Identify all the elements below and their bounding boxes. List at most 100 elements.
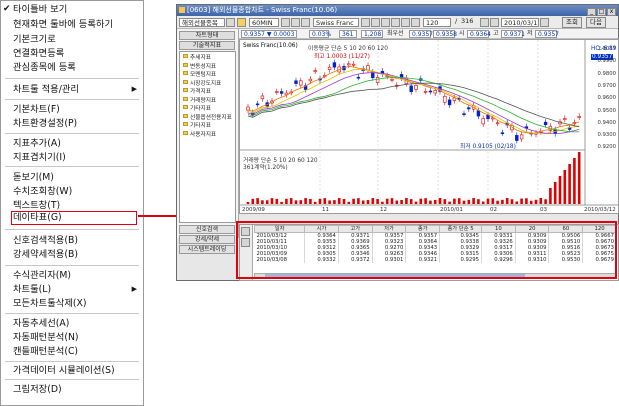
menu-item[interactable]: 관심종목에 등록 bbox=[13, 61, 139, 74]
volume-bar bbox=[563, 170, 567, 204]
folder-icon bbox=[183, 130, 188, 135]
chart-type-icon[interactable] bbox=[237, 18, 246, 27]
volume-bar bbox=[433, 199, 437, 204]
minimize-icon[interactable]: _ bbox=[587, 8, 596, 16]
next-button[interactable]: 다음 bbox=[586, 17, 606, 28]
indicator-tree-item[interactable]: 시장강도지표 bbox=[183, 79, 221, 88]
menu-item[interactable]: 신호검색적용(B) bbox=[13, 234, 139, 247]
candle bbox=[308, 78, 313, 82]
tool-icon[interactable] bbox=[480, 18, 489, 27]
volume-bar bbox=[261, 200, 264, 204]
tool-icon[interactable] bbox=[291, 18, 300, 27]
tab-technical-indicators[interactable]: 기술적지표 bbox=[179, 41, 235, 50]
menu-item[interactable]: 지표추가(A) bbox=[13, 137, 139, 150]
menu-item[interactable]: ✔ 타이틀바 보기 bbox=[3, 3, 139, 16]
close-icon[interactable]: x bbox=[607, 8, 616, 16]
calendar-icon[interactable] bbox=[540, 18, 549, 27]
indicator-tree-item[interactable]: 기타지표 bbox=[183, 122, 211, 130]
menu-item-label: 수식관리자(M) bbox=[13, 270, 72, 281]
symbol-name-field[interactable]: Swiss Franc bbox=[313, 18, 359, 27]
candle bbox=[299, 80, 303, 86]
query-button[interactable]: 조회 bbox=[562, 17, 582, 28]
price-chart[interactable]: Swiss Franc(10.06) 이동평균 단순 5 10 20 60 12… bbox=[239, 39, 619, 214]
symbol-code-input[interactable]: 해외선물종목 bbox=[179, 18, 225, 27]
tool-icon[interactable] bbox=[361, 18, 370, 27]
menu-item[interactable]: 수치조회창(W) bbox=[13, 185, 139, 198]
date-input[interactable]: 2010/03/12 bbox=[501, 18, 539, 27]
menu-item[interactable]: 기본크기로 bbox=[13, 33, 139, 46]
candle bbox=[423, 90, 428, 93]
menu-item[interactable]: 가격데이터 시뮬레이션(S) bbox=[13, 364, 139, 377]
candle bbox=[462, 113, 466, 115]
menu-item-label: 지표겹치기(I) bbox=[13, 152, 66, 163]
menu-item[interactable]: 차트툴 적용/관리 ▶ bbox=[13, 83, 139, 96]
price-chart-svg bbox=[240, 40, 618, 206]
bid-price: 0.9358 bbox=[433, 30, 457, 38]
volume-bar bbox=[534, 199, 538, 204]
system-trading-button[interactable]: 시스템트레이딩 bbox=[179, 245, 235, 254]
menu-item[interactable]: 차트툴(L) ▶ bbox=[13, 283, 139, 296]
count-input[interactable]: 120 bbox=[423, 18, 451, 27]
maximize-icon[interactable]: □ bbox=[597, 8, 606, 16]
volume-bar bbox=[553, 182, 557, 204]
indicator-tree-item[interactable]: 기타지표 bbox=[183, 105, 211, 113]
menu-item[interactable]: 강세약세적용(B) bbox=[13, 248, 139, 261]
min-price-label: 최저 0.9105 (02/18) bbox=[460, 144, 516, 150]
menu-item[interactable]: 차트환경설정(P) bbox=[13, 117, 139, 130]
tool-icon[interactable] bbox=[411, 18, 420, 27]
tool-icon[interactable] bbox=[401, 18, 410, 27]
tool-icon[interactable] bbox=[281, 18, 290, 27]
indicator-tree-item[interactable]: 추세지표 bbox=[183, 54, 211, 62]
menu-item-label: 모든차트툴삭제(X) bbox=[13, 298, 87, 309]
menu-item[interactable]: 연결화면등록 bbox=[13, 47, 139, 60]
indicator-panel: 차트형태 기술적지표 추세지표 변동성지표 모멘텀지표 시장강도지표 가격지표 거래량지표… bbox=[177, 29, 239, 254]
strength-button[interactable]: 강세/약세 bbox=[179, 235, 235, 244]
menu-item[interactable]: 지표겹치기(I) bbox=[13, 151, 139, 164]
indicator-tree: 추세지표 변동성지표 모멘텀지표 시장강도지표 가격지표 거래량지표 기타지표 선물옵션전용지… bbox=[179, 51, 236, 223]
menu-item[interactable]: 그림저장(D) bbox=[13, 383, 139, 396]
indicator-tree-item[interactable]: 거래량지표 bbox=[183, 96, 216, 105]
signal-search-button[interactable]: 신호검색 bbox=[179, 225, 235, 234]
context-menu: ✔ 타이틀바 보기현재화면 툴바에 등록하기기본크기로 연결화면등록 관심종목에 등록… bbox=[0, 0, 144, 406]
high-label: 고 bbox=[493, 30, 499, 37]
menu-item[interactable]: 돋보기(M) bbox=[13, 171, 139, 184]
candle bbox=[260, 95, 265, 100]
search-icon[interactable] bbox=[226, 18, 235, 27]
total-pages: 316 bbox=[461, 17, 474, 25]
indicator-tree-item[interactable]: 가격지표 bbox=[183, 88, 211, 96]
indicator-tree-item[interactable]: 사용자지표 bbox=[183, 130, 216, 139]
tool-icon[interactable] bbox=[391, 18, 400, 27]
y-axis-tick: 0.9400 bbox=[597, 119, 616, 126]
period-select[interactable]: 60MIN bbox=[249, 18, 279, 27]
toolbar: 해외선물종목 60MIN Swiss Franc 120 / 316 2010/… bbox=[177, 16, 618, 29]
indicator-tree-label: 가격지표 bbox=[190, 89, 211, 95]
indicator-tree-item[interactable]: 모멘텀지표 bbox=[183, 71, 216, 79]
menu-item[interactable]: 현재화면 툴바에 등록하기 bbox=[13, 18, 139, 31]
callout-connector bbox=[138, 215, 179, 217]
candle bbox=[375, 77, 380, 83]
volume-bar bbox=[467, 199, 471, 204]
tab-chart-type[interactable]: 차트형태 bbox=[179, 31, 235, 40]
menu-item[interactable]: 캔들패턴분석(C) bbox=[13, 345, 139, 358]
indicator-tree-item[interactable]: 선물옵션전용지표 bbox=[183, 113, 232, 122]
tool-icon[interactable] bbox=[381, 18, 390, 27]
tool-icon[interactable] bbox=[371, 18, 380, 27]
menu-item[interactable]: 수식관리자(M) bbox=[13, 269, 139, 282]
indicator-tree-item[interactable]: 변동성지표 bbox=[183, 62, 216, 71]
tool-icon[interactable] bbox=[490, 18, 499, 27]
candle bbox=[500, 132, 505, 135]
menu-item-label: 차트툴(L) bbox=[13, 284, 52, 295]
menu-item[interactable]: 모든차트툴삭제(X) bbox=[13, 297, 139, 310]
candle bbox=[313, 70, 317, 72]
tool-icon[interactable] bbox=[301, 18, 310, 27]
volume-bar bbox=[501, 199, 504, 204]
menu-item[interactable]: 데이타표(G) bbox=[11, 211, 137, 225]
menu-item[interactable]: 자동패턴분석(N) bbox=[13, 331, 139, 344]
menu-separator bbox=[5, 78, 139, 79]
max-price-label: 최고 1.0003 (11/27) bbox=[314, 54, 370, 60]
candle bbox=[347, 63, 351, 66]
candle bbox=[414, 84, 418, 90]
menu-item[interactable]: 자동추세선(A) bbox=[13, 317, 139, 330]
menu-item[interactable]: 기본차트(F) bbox=[13, 103, 139, 116]
volume-bar bbox=[510, 199, 514, 204]
